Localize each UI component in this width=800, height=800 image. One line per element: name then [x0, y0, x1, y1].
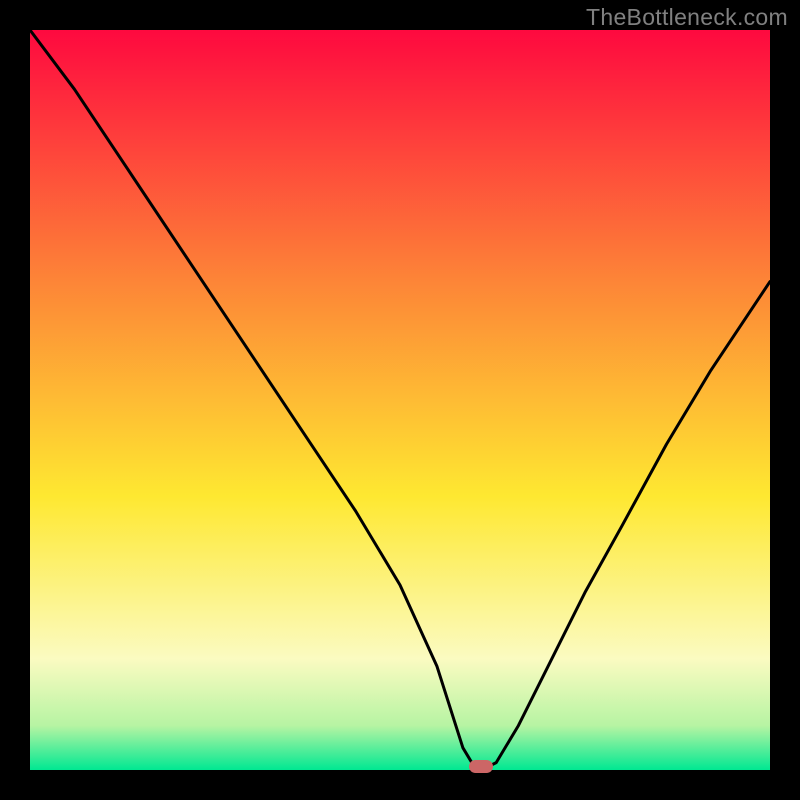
- chart-frame: TheBottleneck.com: [0, 0, 800, 800]
- watermark-text: TheBottleneck.com: [586, 4, 788, 31]
- gradient-background: [30, 30, 770, 770]
- plot-svg: [30, 30, 770, 770]
- optimal-marker: [469, 760, 493, 773]
- plot-area: [30, 30, 770, 770]
